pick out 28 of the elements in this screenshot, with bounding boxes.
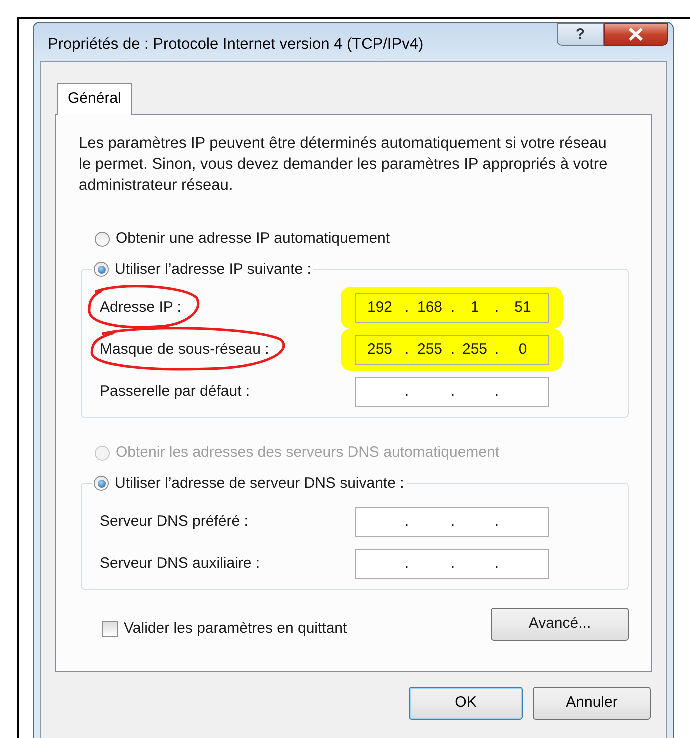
field-label: Masque de sous-réseau : <box>100 340 270 358</box>
field-label: Serveur DNS auxiliaire : <box>100 554 260 572</box>
field-label: Adresse IP : <box>100 298 182 316</box>
window-title: Propriétés de : Protocole Internet version 4 (TCP/IPv4) <box>48 35 424 55</box>
intro-text: Les paramètres IP peuvent être déterminés automatiquement si votre réseau le permet. Sinon, vous devez demander les paramètres IP appropriés à votre administrateur réseau. <box>79 134 609 196</box>
field-label: Serveur DNS préféré : <box>100 512 248 530</box>
radio-label: Utiliser l’adresse IP suivante : <box>115 260 312 280</box>
tab[interactable]: Général <box>57 83 132 115</box>
radio-button[interactable] <box>94 476 109 492</box>
dialog-button[interactable]: Annuler <box>533 687 651 720</box>
radio-button[interactable] <box>95 232 110 247</box>
checkbox[interactable] <box>102 621 118 638</box>
advanced-button[interactable]: Avancé... <box>491 608 629 641</box>
radio-label: Obtenir une adresse IP automatiquement <box>116 229 390 249</box>
ip-address-field[interactable]: . . . <box>355 377 549 407</box>
ip-address-field[interactable]: . . . <box>355 549 549 579</box>
ip-address-field[interactable]: 192 . 168 . 1 . 51 <box>355 293 549 323</box>
radio-label: Utiliser l’adresse de serveur DNS suivante : <box>115 474 404 494</box>
checkbox-label: Valider les paramètres en quittant <box>124 619 348 639</box>
radio-button[interactable] <box>94 262 109 278</box>
field-label: Passerelle par défaut : <box>100 382 250 400</box>
ip-address-field[interactable]: 255 . 255 . 255 . 0 <box>355 335 549 365</box>
radio-label: Obtenir les adresses des serveurs DNS automatiquement <box>116 443 500 463</box>
dialog-button[interactable]: OK <box>409 687 523 720</box>
ip-address-field[interactable]: . . . <box>355 507 549 537</box>
close-button[interactable] <box>604 23 668 46</box>
help-button[interactable]: ? <box>557 23 604 46</box>
close-icon <box>628 28 644 41</box>
